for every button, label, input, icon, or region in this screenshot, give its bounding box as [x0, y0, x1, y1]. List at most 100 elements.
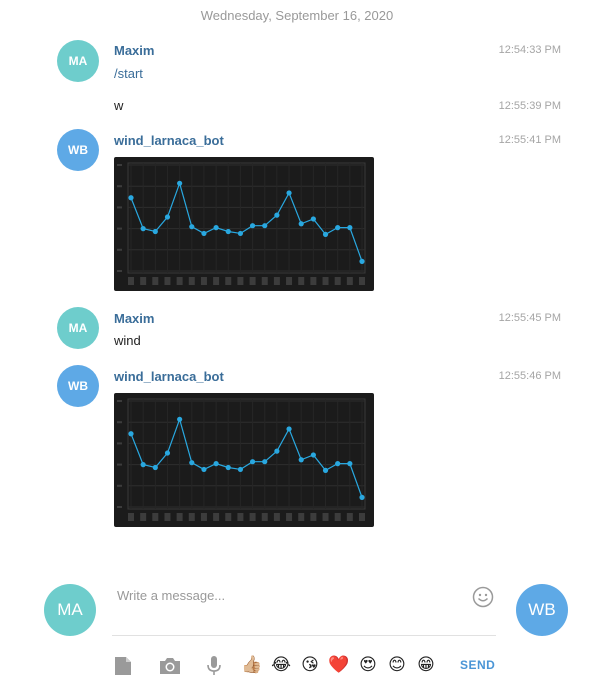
wind-chart [117, 398, 366, 521]
x-tick-mark [200, 513, 207, 521]
smile-icon[interactable] [472, 586, 494, 608]
data-point [274, 212, 280, 218]
message-time: 12:55:45 PM [498, 312, 561, 324]
peer-avatar[interactable]: WB [516, 584, 568, 636]
blush-emoji[interactable]: 😊 [386, 654, 408, 676]
data-point [140, 226, 146, 232]
y-tick-mark [117, 421, 122, 424]
x-tick-mark [298, 513, 305, 521]
message-author[interactable]: Maxim [114, 43, 154, 58]
x-tick-mark [225, 513, 232, 521]
photo-attachment[interactable] [114, 393, 374, 527]
data-point [249, 459, 256, 465]
x-tick-mark [188, 513, 195, 521]
my-avatar[interactable]: MA [44, 584, 96, 636]
data-point [213, 461, 219, 467]
y-tick-mark [117, 206, 122, 209]
x-tick-mark [152, 277, 159, 285]
x-tick-mark [359, 277, 365, 285]
x-tick-mark [298, 277, 305, 285]
data-point [128, 431, 134, 437]
data-point [262, 459, 268, 465]
data-point [359, 258, 365, 264]
data-point [310, 452, 316, 458]
grin-emoji[interactable]: 😁 [415, 654, 437, 676]
message-composer [112, 582, 496, 636]
x-tick-mark [200, 277, 207, 285]
photo-attachment[interactable] [114, 157, 374, 291]
message-text: wind [114, 333, 141, 348]
data-point [152, 228, 158, 235]
x-tick-mark [237, 513, 244, 521]
y-tick-mark [117, 506, 122, 508]
y-tick-mark [117, 164, 122, 166]
data-point [335, 225, 341, 231]
send-button[interactable]: SEND [460, 658, 495, 672]
x-tick-mark [359, 513, 365, 521]
message-author[interactable]: wind_larnaca_bot [114, 133, 224, 148]
avatar[interactable]: WB [57, 365, 99, 407]
microphone-icon[interactable] [205, 655, 223, 677]
data-point [286, 190, 292, 196]
data-point [322, 231, 329, 237]
data-point [310, 216, 316, 222]
x-tick-mark [249, 513, 256, 521]
data-point [262, 223, 268, 229]
data-point [128, 195, 134, 201]
x-tick-mark [164, 513, 171, 521]
heart-eyes-emoji[interactable]: 😍 [357, 654, 379, 676]
x-tick-mark [310, 513, 317, 521]
message-author[interactable]: wind_larnaca_bot [114, 369, 224, 384]
heart-emoji[interactable]: ❤️ [328, 654, 350, 676]
message-text[interactable]: /start [114, 66, 143, 81]
data-point [237, 466, 244, 473]
x-tick-mark [188, 277, 195, 285]
avatar[interactable]: WB [57, 129, 99, 171]
document-icon[interactable] [114, 656, 132, 676]
x-tick-mark [140, 277, 147, 285]
camera-icon[interactable] [159, 656, 181, 676]
x-tick-mark [346, 513, 353, 521]
avatar[interactable]: MA [57, 307, 99, 349]
message-input[interactable] [112, 582, 452, 608]
kiss-emoji[interactable]: 😘 [299, 654, 321, 676]
wind-chart [117, 162, 366, 285]
data-point [152, 464, 158, 471]
thumbs-up-emoji[interactable]: 👍🏼 [241, 654, 263, 676]
data-point [249, 223, 256, 229]
data-point [177, 416, 183, 422]
data-point [201, 466, 207, 473]
message-text: w [114, 98, 124, 113]
data-point [347, 225, 353, 231]
message-author[interactable]: Maxim [114, 311, 154, 326]
x-tick-mark [322, 277, 329, 285]
x-tick-mark [128, 513, 134, 521]
data-point [140, 462, 146, 468]
x-tick-mark [261, 513, 268, 521]
date-separator: Wednesday, September 16, 2020 [200, 8, 394, 23]
data-point [225, 464, 231, 471]
x-tick-mark [286, 513, 293, 521]
x-tick-mark [334, 513, 341, 521]
message-time: 12:55:46 PM [498, 370, 561, 382]
data-point [213, 225, 219, 231]
x-tick-mark [237, 277, 244, 285]
x-tick-mark [273, 513, 280, 521]
data-point [189, 224, 195, 230]
data-point [286, 426, 292, 432]
x-tick-mark [213, 277, 220, 285]
x-tick-mark [249, 277, 256, 285]
message-time: 12:54:33 PM [498, 44, 561, 56]
x-tick-mark [164, 277, 171, 285]
joy-emoji[interactable]: 😂 [270, 654, 292, 676]
y-tick-mark [117, 442, 122, 445]
data-point [225, 228, 231, 235]
y-tick-mark [117, 248, 122, 251]
x-tick-mark [334, 277, 341, 285]
x-tick-mark [273, 277, 280, 285]
data-point [201, 230, 207, 237]
x-tick-mark [152, 513, 159, 521]
avatar[interactable]: MA [57, 40, 99, 82]
plot-frame [127, 162, 366, 274]
message-time: 12:55:39 PM [498, 100, 561, 112]
